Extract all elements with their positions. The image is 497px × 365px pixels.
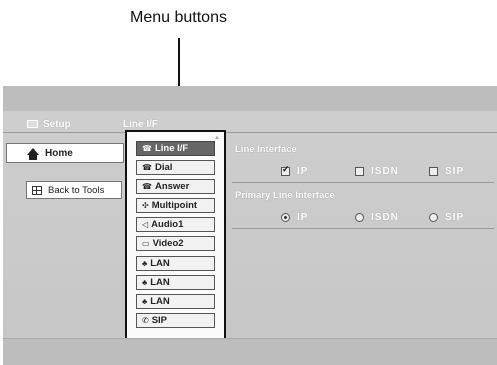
phone-icon: ☎ bbox=[142, 163, 152, 172]
setup-icon bbox=[27, 120, 38, 128]
back-to-tools-label: Back to Tools bbox=[48, 184, 105, 196]
grid-icon bbox=[32, 185, 42, 195]
menu-item-label: Line I/F bbox=[154, 143, 189, 154]
menu-item-label: Video2 bbox=[152, 238, 184, 249]
menu-buttons-panel: ▲ ☎ Line I/F ☎ Dial ☎ Answer ✣ Multipoint ◁ A… bbox=[125, 130, 226, 347]
menu-item-video2[interactable]: ▭ Video2 bbox=[136, 236, 215, 251]
breadcrumb-setup: Setup bbox=[27, 119, 71, 130]
menu-item-label: Audio1 bbox=[151, 219, 184, 230]
radio-icon[interactable] bbox=[355, 213, 364, 222]
menu-item-lan-1[interactable]: ♣ LAN bbox=[136, 256, 215, 271]
multipoint-icon: ✣ bbox=[142, 201, 149, 210]
checkbox-icon[interactable] bbox=[429, 167, 438, 176]
phone-icon: ☎ bbox=[142, 144, 152, 153]
option-label: ISDN bbox=[371, 212, 399, 223]
menu-item-sip[interactable]: ✆ SIP bbox=[136, 313, 215, 328]
menu-item-lan-3[interactable]: ♣ LAN bbox=[136, 294, 215, 309]
network-icon: ♣ bbox=[142, 297, 148, 306]
speaker-icon: ◁ bbox=[142, 220, 149, 229]
menu-item-answer[interactable]: ☎ Answer bbox=[136, 179, 215, 194]
line-interface-isdn-option[interactable]: ISDN bbox=[355, 166, 399, 177]
network-icon: ♣ bbox=[142, 259, 148, 268]
video-icon: ▭ bbox=[142, 239, 150, 248]
setup-screen: Setup Line I/F Home Back to Tools ▲ ☎ Lin… bbox=[3, 86, 497, 365]
line-interface-title: Line Interface bbox=[235, 144, 297, 155]
menu-item-label: LAN bbox=[150, 277, 170, 288]
sip-phone-icon: ✆ bbox=[142, 316, 149, 325]
home-icon bbox=[27, 147, 39, 160]
menu-item-label: LAN bbox=[150, 296, 170, 307]
back-to-tools-button[interactable]: Back to Tools bbox=[26, 181, 122, 199]
top-bar bbox=[3, 86, 497, 111]
bottom-bar bbox=[3, 338, 497, 365]
primary-isdn-option[interactable]: ISDN bbox=[355, 212, 399, 223]
home-button[interactable]: Home bbox=[6, 143, 124, 163]
primary-ip-option[interactable]: IP bbox=[281, 212, 308, 223]
breadcrumb-current: Line I/F bbox=[123, 119, 158, 130]
radio-selected-icon[interactable] bbox=[281, 213, 290, 222]
network-icon: ♣ bbox=[142, 278, 148, 287]
menu-item-lan-2[interactable]: ♣ LAN bbox=[136, 275, 215, 290]
radio-icon[interactable] bbox=[429, 213, 438, 222]
section-divider bbox=[232, 182, 494, 183]
option-label: IP bbox=[297, 212, 309, 223]
option-label: SIP bbox=[445, 212, 465, 223]
home-label: Home bbox=[45, 147, 73, 159]
checkbox-checked-icon[interactable] bbox=[281, 164, 291, 176]
option-label: IP bbox=[297, 166, 309, 177]
checkbox-icon[interactable] bbox=[355, 167, 364, 176]
menu-item-label: LAN bbox=[150, 258, 170, 269]
phone-icon: ☎ bbox=[142, 182, 152, 191]
section-divider bbox=[232, 228, 494, 229]
menu-item-label: Dial bbox=[154, 162, 173, 173]
primary-line-interface-title: Primary Line Interface bbox=[235, 190, 335, 201]
menu-item-audio1[interactable]: ◁ Audio1 bbox=[136, 217, 215, 232]
line-interface-ip-option[interactable]: IP bbox=[281, 164, 309, 177]
menu-item-line-if[interactable]: ☎ Line I/F bbox=[136, 141, 215, 156]
callout-label: Menu buttons bbox=[130, 9, 227, 26]
breadcrumb-setup-label: Setup bbox=[43, 119, 71, 130]
menu-item-dial[interactable]: ☎ Dial bbox=[136, 160, 215, 175]
line-interface-sip-option[interactable]: SIP bbox=[429, 166, 464, 177]
menu-item-label: Answer bbox=[154, 181, 190, 192]
menu-item-label: Multipoint bbox=[151, 200, 198, 211]
primary-sip-option[interactable]: SIP bbox=[429, 212, 464, 223]
option-label: SIP bbox=[445, 166, 465, 177]
option-label: ISDN bbox=[371, 166, 399, 177]
header-divider bbox=[3, 132, 497, 133]
menu-item-multipoint[interactable]: ✣ Multipoint bbox=[136, 198, 215, 213]
menu-item-label: SIP bbox=[151, 315, 168, 326]
